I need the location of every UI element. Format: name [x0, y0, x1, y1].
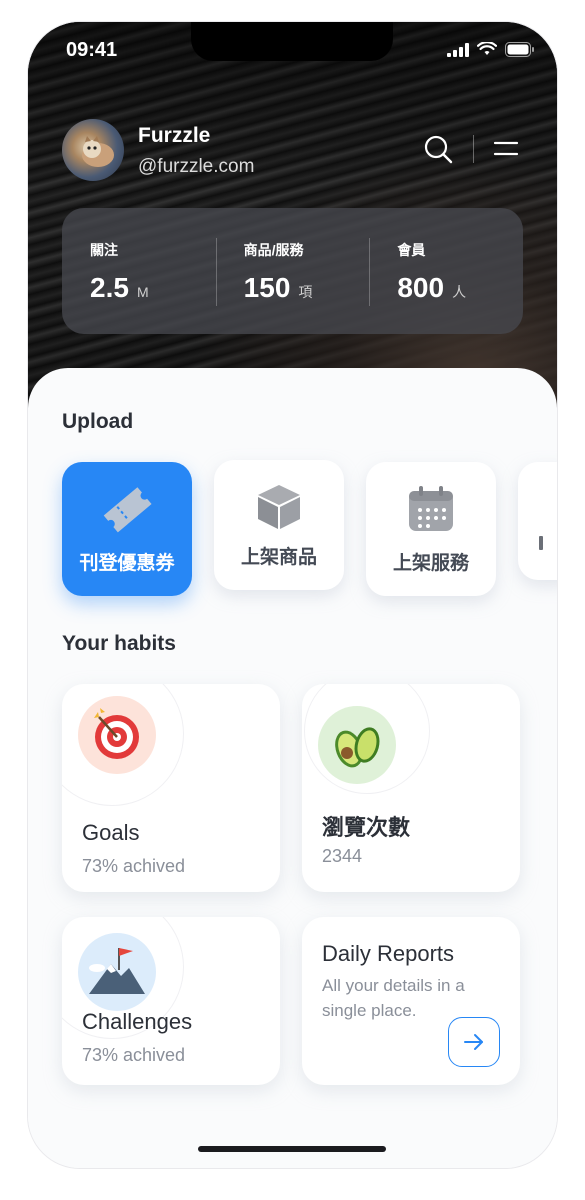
upload-service-button[interactable]: 上架服務 — [366, 462, 496, 596]
habit-subtitle: 73% achived — [82, 856, 186, 876]
habit-subtitle: 73% achived — [82, 1045, 186, 1065]
content-sheet: Upload 刊登優惠券 上架商品 上架服務 Your habits Goals… — [28, 368, 557, 1168]
device-notch — [191, 22, 393, 61]
habit-title: Challenges — [82, 1009, 193, 1034]
home-indicator[interactable] — [198, 1146, 386, 1152]
avocado-icon — [318, 706, 396, 784]
stat-number: 2.5 — [90, 272, 129, 303]
habit-title: Goals — [82, 820, 140, 845]
stat-label: 關注 — [90, 242, 118, 258]
stat-members: 會員 800 人 — [369, 208, 523, 334]
goals-card[interactable]: Goals 73% achived — [62, 684, 280, 892]
profile-name: Furzzle — [138, 124, 211, 147]
upload-more-card[interactable] — [518, 462, 557, 580]
signal-icon — [447, 42, 469, 57]
header-divider — [473, 135, 474, 163]
cat-photo-icon — [82, 136, 114, 167]
upload-label: 上架服務 — [392, 553, 469, 574]
habits-section-title: Your habits — [62, 632, 176, 655]
profile-handle: @furzzle.com — [138, 156, 255, 177]
challenges-card[interactable]: Challenges 73% achived — [62, 917, 280, 1085]
upload-label: 上架商品 — [240, 547, 317, 568]
phone-screen: 09:41 Furzzle @furzzle.com 關注 2.5 M 商品/服… — [28, 22, 557, 1168]
wifi-icon — [477, 42, 497, 55]
habit-title: 瀏覽次數 — [322, 815, 411, 840]
calendar-icon — [407, 484, 455, 534]
stat-label: 會員 — [397, 242, 426, 258]
stat-value: 2.5 M — [90, 272, 216, 304]
stat-unit: M — [136, 284, 149, 300]
stat-number: 800 — [397, 272, 445, 303]
battery-icon — [505, 42, 534, 57]
stat-unit: 項 — [298, 284, 313, 300]
upload-section-title: Upload — [62, 410, 134, 433]
views-card[interactable]: 瀏覽次數 2344 — [302, 684, 520, 892]
habit-subtitle: 2344 — [322, 846, 363, 866]
daily-reports-card[interactable]: Daily Reports All your details in a sing… — [302, 917, 520, 1085]
upload-product-button[interactable]: 上架商品 — [214, 460, 344, 590]
stats-panel: 關注 2.5 M 商品/服務 150 項 會員 800 人 — [62, 208, 523, 334]
search-button[interactable] — [423, 134, 453, 169]
ticket-icon — [99, 484, 155, 534]
report-description: All your details in a single place. — [322, 976, 465, 1020]
partial-card-edge — [539, 536, 543, 550]
stat-unit: 人 — [452, 284, 467, 300]
arrow-right-icon — [464, 1034, 483, 1050]
open-reports-button[interactable] — [448, 1017, 500, 1067]
mountain-flag-icon — [78, 933, 156, 1011]
stat-number: 150 — [243, 272, 291, 303]
stat-label: 商品/服務 — [243, 242, 304, 258]
habit-title: Daily Reports — [322, 941, 455, 966]
upload-label: 刊登優惠券 — [79, 553, 175, 574]
status-time: 09:41 — [66, 39, 118, 61]
avatar[interactable] — [62, 119, 124, 181]
stat-value: 150 項 — [244, 272, 370, 304]
stat-products: 商品/服務 150 項 — [215, 208, 370, 334]
menu-icon — [493, 141, 519, 156]
stat-follow: 關注 2.5 M — [62, 208, 216, 334]
stat-value: 800 人 — [397, 272, 523, 304]
search-icon — [424, 135, 453, 164]
status-icons — [447, 42, 535, 57]
upload-coupon-button[interactable]: 刊登優惠券 — [62, 462, 192, 596]
target-icon — [78, 696, 156, 774]
box-icon — [256, 482, 302, 532]
menu-button[interactable] — [493, 139, 519, 164]
